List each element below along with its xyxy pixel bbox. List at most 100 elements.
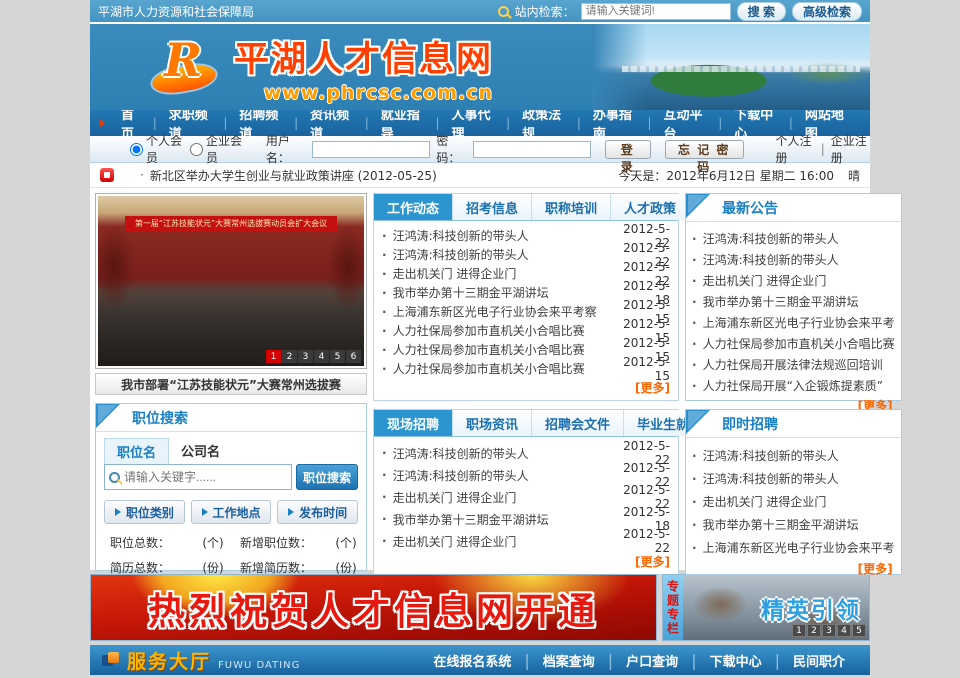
site-title-block: 平湖人才信息网 www.phrcsc.com.cn [234,31,493,104]
list-item[interactable]: 走出机关门 进得企业门 2012-5-22 [382,530,670,552]
site-title: 平湖人才信息网 [234,31,493,82]
work-news-box: 工作动态招考信息职称培训人才政策 汪鸿涛:科技创新的带头人 2012-5-22 … [373,193,679,401]
keyword-search-icon [109,472,120,483]
list-item[interactable]: 人力社保局参加市直机关小合唱比赛 2012-5-15 [382,359,670,378]
list-item[interactable]: 走出机关门 进得企业门 [692,270,895,291]
special-page-button[interactable]: 5 [852,624,866,637]
service-links: 在线报名系统 档案查询 户口查询 下载中心 民间职介 [420,651,858,670]
tab-position-name[interactable]: 职位名 [104,438,169,464]
filter-label: 发布时间 [299,504,347,521]
password-field[interactable] [473,141,591,158]
site-search-button[interactable]: 搜 索 [737,2,786,21]
ticker-news-link[interactable]: 新北区举办大学生创业与就业政策讲座 (2012-05-25) [150,167,619,184]
announcement-icon [100,168,114,182]
recruit-news-tabs: 现场招聘职场资讯招聘会文件毕业生就业服务 [374,410,678,437]
service-link[interactable]: 在线报名系统 [420,651,524,670]
job-search-button[interactable]: 职位搜索 [296,464,358,490]
list-item[interactable]: 汪鸿涛:科技创新的带头人 [692,444,895,467]
password-label: 密码： [436,132,466,166]
corner-fold-icon [96,404,120,428]
photo-caption-link[interactable]: 我市部署“江苏技能状元”大赛常州选拔赛 [95,373,367,395]
login-button[interactable]: 登 录 [605,140,651,159]
site-url: www.phrcsc.com.cn [234,82,493,104]
instant-jobs-title: 即时招聘 [722,414,778,434]
photo-page-button[interactable]: 3 [298,350,313,363]
special-column-banner[interactable]: 专题专栏 精英引领 12345 [662,574,870,641]
list-item[interactable]: 人力社保局开展法律法规巡回培训 [692,354,895,375]
featured-photo[interactable]: 第一届“江苏技能状元”大赛常州选拔赛动员会扩大会议 123456 [95,193,367,369]
photo-pagination: 123456 [266,350,361,363]
filter-button[interactable]: 工作地点 [191,500,272,524]
service-link-item: 下载中心 [697,651,780,670]
list-item[interactable]: 人力社保局开展“入企锻炼提素质” [692,375,895,396]
banner-row: 热烈祝贺人才信息网开通 专题专栏 精英引领 12345 [90,574,870,641]
announcement-title: 上海浦东新区光电子行业协会来平考 [703,314,895,331]
logo-letter: R [164,33,202,87]
service-link[interactable]: 档案查询 [530,651,608,670]
keyword-input-wrap [104,464,292,490]
filter-button[interactable]: 职位类别 [104,500,185,524]
news-tab[interactable]: 职称培训 [532,194,611,220]
list-item[interactable]: 汪鸿涛:科技创新的带头人 [692,228,895,249]
photo-page-button[interactable]: 2 [282,350,297,363]
news-tab[interactable]: 现场招聘 [374,410,453,436]
photo-page-button[interactable]: 4 [314,350,329,363]
list-item[interactable]: 汪鸿涛:科技创新的带头人 [692,467,895,490]
announcement-title: 人力社保局开展法律法规巡回培训 [703,356,895,373]
register-links: 个人注册 | 企业注册 [776,132,870,166]
list-item[interactable]: 上海浦东新区光电子行业协会来平考 [692,312,895,333]
nav-home-icon [100,119,105,127]
forgot-password-button[interactable]: 忘 记 密 码 [665,140,744,159]
personal-member-radio[interactable] [130,143,143,156]
news-tab[interactable]: 职场资讯 [453,410,532,436]
stat-label: 职位总数： [110,534,186,551]
header-scenery-photo [592,24,870,110]
company-register-link[interactable]: 企业注册 [831,132,870,166]
ticker-bullet-icon: · [140,168,144,182]
member-type-personal[interactable]: 个人会员 [130,132,184,166]
site-header: R 平湖人才信息网 www.phrcsc.com.cn [90,24,870,110]
weather-status: 晴 [848,167,860,184]
list-item[interactable]: 人力社保局参加市直机关小合唱比赛 [692,333,895,354]
username-field[interactable] [312,141,430,158]
special-page-button[interactable]: 1 [792,624,806,637]
photo-page-button[interactable]: 1 [266,350,281,363]
news-title: 人力社保局参加市直机关小合唱比赛 [393,341,610,358]
news-tab[interactable]: 工作动态 [374,194,453,220]
keyword-input[interactable] [124,470,287,484]
company-member-radio[interactable] [190,143,203,156]
advanced-search-button[interactable]: 高级检索 [792,2,862,21]
site-logo-icon: R [150,37,220,97]
list-item[interactable]: 我市举办第十三期金平湖讲坛 [692,513,895,536]
service-link[interactable]: 下载中心 [697,651,775,670]
member-type-company[interactable]: 企业会员 [190,132,244,166]
special-page-button[interactable]: 4 [837,624,851,637]
news-tab[interactable]: 人才政策 [611,194,690,220]
news-title: 人力社保局参加市直机关小合唱比赛 [393,322,610,339]
search-icon [498,6,509,17]
site-search-input[interactable] [581,3,731,20]
service-link[interactable]: 户口查询 [613,651,691,670]
list-item[interactable]: 走出机关门 进得企业门 [692,490,895,513]
tab-company-name[interactable]: 公司名 [169,438,232,464]
job-title: 走出机关门 进得企业门 [703,493,895,510]
news-title: 我市举办第十三期金平湖讲坛 [393,284,610,301]
list-item[interactable]: 我市举办第十三期金平湖讲坛 [692,291,895,312]
special-page-button[interactable]: 2 [807,624,821,637]
job-search-panel: 职位搜索 职位名 公司名 职位搜索 [95,403,367,571]
celebration-banner[interactable]: 热烈祝贺人才信息网开通 [90,574,657,641]
job-title: 上海浦东新区光电子行业协会来平考 [703,539,895,556]
photo-page-button[interactable]: 5 [330,350,345,363]
filter-button[interactable]: 发布时间 [277,500,358,524]
more-link[interactable]: [更多] [374,552,678,572]
list-item[interactable]: 汪鸿涛:科技创新的带头人 [692,249,895,270]
photo-page-button[interactable]: 6 [346,350,361,363]
list-item[interactable]: 上海浦东新区光电子行业协会来平考 [692,536,895,559]
news-tab[interactable]: 招考信息 [453,194,532,220]
news-title: 走出机关门 进得企业门 [393,265,610,282]
service-link[interactable]: 民间职介 [780,651,858,670]
service-link-item: 在线报名系统 [420,651,529,670]
news-tab[interactable]: 招聘会文件 [532,410,624,436]
personal-register-link[interactable]: 个人注册 [776,132,815,166]
special-page-button[interactable]: 3 [822,624,836,637]
